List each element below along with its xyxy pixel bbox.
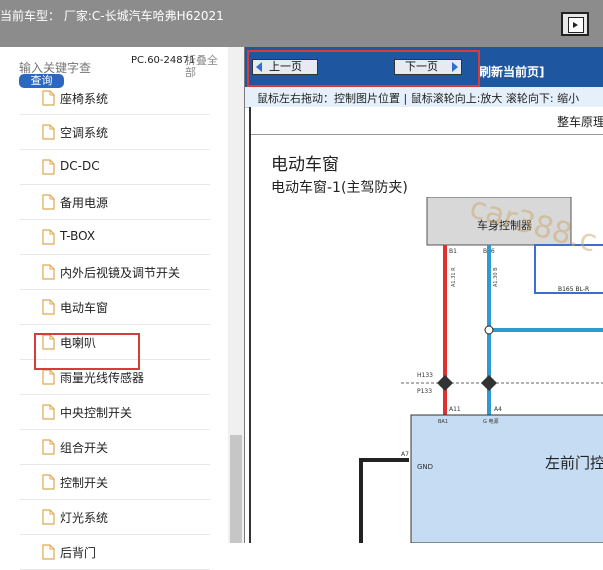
toggle-panel-button[interactable] (561, 12, 589, 36)
connector-diamond-left (437, 375, 453, 391)
tree-item-control-switch[interactable]: 控制开关 (20, 465, 210, 500)
expand-icon (568, 17, 584, 33)
doc-header: 整车原理 (557, 115, 603, 129)
front-left-door-module (410, 414, 603, 543)
pin-a7: A7 (401, 451, 409, 458)
tree-item-label: 控制开关 (60, 476, 109, 490)
tree-item-label: 后背门 (60, 546, 97, 560)
door-module-label: 左前门控 (545, 454, 603, 472)
tree-item-ac-system[interactable]: 空调系统 (20, 115, 210, 150)
file-icon (42, 124, 55, 140)
file-icon (42, 264, 55, 280)
tree-item-label: 组合开关 (60, 441, 109, 455)
current-model-title: 当前车型： 厂家:C-长城汽车哈弗H62021 (0, 9, 224, 23)
wire-left-label: A1.31 R (451, 267, 457, 287)
gnd-label: GND (417, 463, 433, 471)
tree-item-tailgate[interactable]: 后背门 (20, 535, 210, 570)
page-toolbar: 上一页 下一页 刷新当前页] (245, 47, 603, 87)
file-icon (42, 229, 55, 245)
wire-mid-label: A1.30 B (493, 267, 499, 287)
pin-a11: A11 (449, 406, 461, 413)
file-icon (42, 474, 55, 490)
collapse-all-link[interactable]: 折叠全部 (185, 55, 225, 79)
tree-item-label: 灯光系统 (60, 511, 109, 525)
tree-item-seat-system[interactable]: 座椅系统 (20, 90, 210, 115)
tree-item-mirrors[interactable]: 内外后视镜及调节开关 (20, 255, 210, 290)
file-icon (42, 194, 55, 210)
file-icon (42, 90, 55, 106)
tree-item-label: 中央控制开关 (60, 406, 133, 420)
tree-item-label: DC-DC (60, 159, 100, 173)
ground-wire (359, 458, 409, 543)
doc-title: 电动车窗 (271, 155, 339, 175)
wiring-diagram: 车身控制器 B165 BL-R B1 B16 A1.31 R A1.30 B H… (359, 197, 603, 543)
refresh-page-link[interactable]: 刷新当前页] (479, 63, 545, 80)
title-bar: 当前车型： 厂家:C-长城汽车哈弗H62021 (0, 0, 603, 47)
tree-item-label: 电动车窗 (60, 301, 109, 315)
tree-item-label: 座椅系统 (60, 92, 109, 106)
doc-subtitle: 电动车窗-1(主驾防夹) (271, 180, 408, 196)
tree-item-power-windows[interactable]: 电动车窗 (20, 290, 210, 325)
tree-item-backup-power[interactable]: 备用电源 (20, 185, 210, 220)
file-icon (42, 369, 55, 385)
scrollbar-thumb[interactable] (230, 435, 242, 543)
usage-hint: 鼠标左右拖动：控制图片位置 | 鼠标滚轮向上:放大 滚轮向下: 缩小 (257, 92, 580, 105)
tree-item-combination-switch[interactable]: 组合开关 (20, 430, 210, 465)
file-icon (42, 159, 55, 175)
pin-a4: A4 (494, 406, 502, 413)
sidebar: 查询 PC.60-24871 折叠全部 座椅系统 空调系统 DC-DC 备用电源… (0, 47, 244, 570)
tree-item-lighting-system[interactable]: 灯光系统 (20, 500, 210, 535)
usage-hint-bar: 鼠标左右拖动：控制图片位置 | 鼠标滚轮向上:放大 滚轮向下: 缩小 (245, 87, 603, 108)
selected-item-highlight (34, 333, 140, 370)
tree-item-label: 雨量光线传感器 (60, 371, 145, 385)
tree-item-tbox[interactable]: T-BOX (20, 220, 210, 255)
node-h133: H133 (417, 372, 433, 379)
power-label: G 电源 (483, 418, 498, 425)
tree-item-label: T-BOX (60, 229, 96, 243)
file-icon (42, 544, 55, 560)
file-icon (42, 299, 55, 315)
file-icon (42, 439, 55, 455)
sidebar-scrollbar[interactable] (228, 47, 244, 543)
tree-item-label: 备用电源 (60, 196, 109, 210)
tree-item-label: 空调系统 (60, 126, 109, 140)
wiring-document[interactable]: 整车原理 电动车窗 电动车窗-1(主驾防夹) 车身控制器 B165 BL-R B… (249, 107, 603, 543)
node-p133: P133 (417, 388, 432, 395)
tree-item-central-switch[interactable]: 中央控制开关 (20, 395, 210, 430)
file-icon (42, 509, 55, 525)
tree-item-dcdc[interactable]: DC-DC (20, 150, 210, 185)
pin-b1: B1 (449, 248, 457, 255)
connector-label: B165 BL-R (558, 286, 589, 293)
junction-dot (484, 325, 494, 335)
file-icon (42, 404, 55, 420)
tree-item-label: 内外后视镜及调节开关 (60, 266, 181, 280)
toolbar-highlight (247, 50, 480, 87)
doc-divider (251, 134, 603, 135)
search-button[interactable]: 查询 (19, 74, 64, 88)
ba1-label: BA1 (438, 419, 448, 425)
connector-diamond-right (481, 375, 497, 391)
document-panel: 上一页 下一页 刷新当前页] 鼠标左右拖动：控制图片位置 | 鼠标滚轮向上:放大… (244, 47, 603, 543)
